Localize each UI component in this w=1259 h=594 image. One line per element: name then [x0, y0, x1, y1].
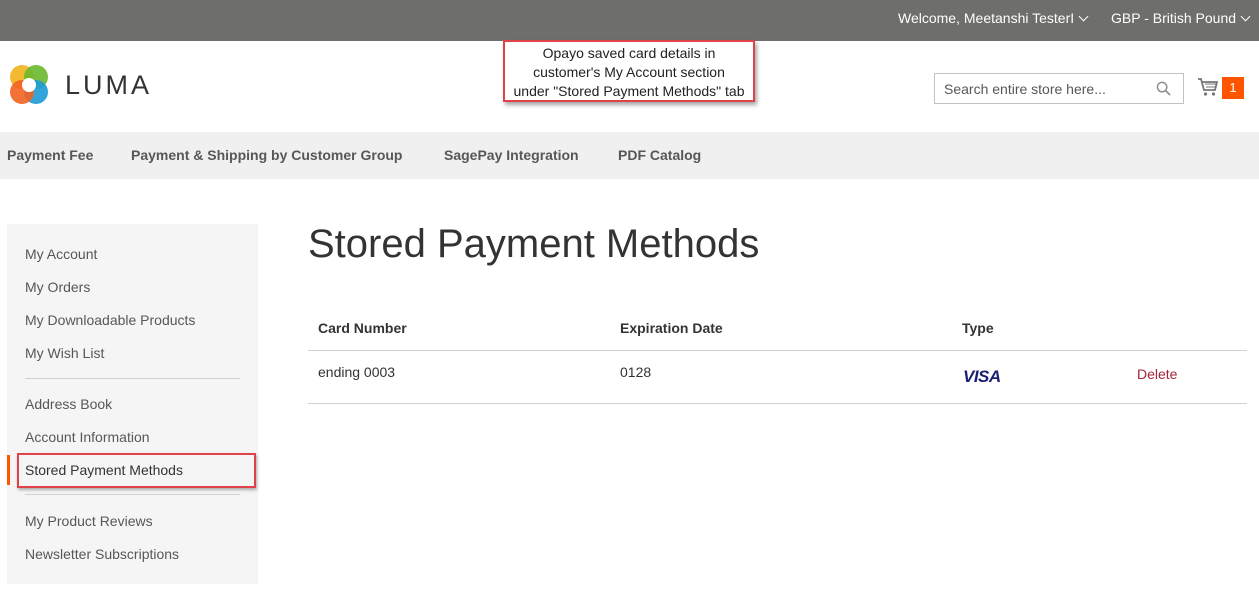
column-header-expiration-date: Expiration Date [620, 320, 723, 336]
search-box [934, 73, 1184, 104]
sidebar-item-downloadable-products[interactable]: My Downloadable Products [25, 312, 195, 328]
page-title: Stored Payment Methods [308, 222, 760, 266]
sidebar-item-account-information[interactable]: Account Information [25, 429, 150, 445]
sidebar-item-my-orders[interactable]: My Orders [25, 279, 90, 295]
active-item-indicator [7, 455, 10, 485]
luma-logo-icon [10, 65, 48, 104]
logo-text: LUMA [65, 69, 153, 100]
table-row-divider [308, 403, 1247, 404]
welcome-menu[interactable]: Welcome, Meetanshi TesterI [898, 10, 1089, 26]
annotation-line: customer's My Account section [533, 64, 725, 80]
sidebar-item-address-book[interactable]: Address Book [25, 396, 112, 412]
column-header-card-number: Card Number [318, 320, 407, 336]
sidebar-divider [25, 494, 240, 495]
main-navigation: Payment Fee Payment & Shipping by Custom… [0, 132, 1259, 179]
currency-switcher[interactable]: GBP - British Pound [1111, 10, 1251, 26]
luma-logo[interactable]: LUMA [7, 63, 152, 107]
annotation-callout: Opayo saved card details in customer's M… [503, 40, 755, 102]
expiration-date-cell: 0128 [620, 364, 652, 380]
nav-item-sagepay[interactable]: SagePay Integration [444, 147, 579, 163]
sidebar-item-newsletter-subscriptions[interactable]: Newsletter Subscriptions [25, 546, 179, 562]
column-header-type: Type [962, 320, 994, 336]
highlight-box [17, 453, 256, 488]
sidebar-divider [25, 378, 240, 379]
delete-card-link[interactable]: Delete [1137, 366, 1177, 382]
table-header-divider [308, 350, 1247, 351]
currency-text: GBP - British Pound [1111, 10, 1237, 26]
sidebar-item-wish-list[interactable]: My Wish List [25, 345, 104, 361]
top-bar: Welcome, Meetanshi TesterI GBP - British… [0, 0, 1259, 41]
sidebar-item-my-account[interactable]: My Account [25, 246, 97, 262]
welcome-text: Welcome, Meetanshi TesterI [898, 10, 1075, 26]
search-icon[interactable] [1156, 81, 1171, 96]
annotation-line: under "Stored Payment Methods" tab [513, 83, 745, 99]
annotation-line: Opayo saved card details in [542, 45, 716, 61]
nav-item-payment-fee[interactable]: Payment Fee [7, 147, 93, 163]
nav-item-pdf-catalog[interactable]: PDF Catalog [618, 147, 701, 163]
cart-count-badge: 1 [1222, 77, 1244, 99]
chevron-down-icon [1240, 11, 1251, 21]
cart-icon [1198, 78, 1219, 96]
account-sidebar: My Account My Orders My Downloadable Pro… [7, 224, 258, 584]
visa-card-logo: VISA [963, 367, 1001, 386]
chevron-down-icon [1078, 11, 1089, 21]
nav-item-payment-shipping[interactable]: Payment & Shipping by Customer Group [131, 147, 402, 163]
minicart[interactable]: 1 [1197, 76, 1247, 100]
search-input[interactable] [935, 74, 1145, 103]
card-number-cell: ending 0003 [318, 364, 396, 380]
sidebar-item-product-reviews[interactable]: My Product Reviews [25, 513, 153, 529]
